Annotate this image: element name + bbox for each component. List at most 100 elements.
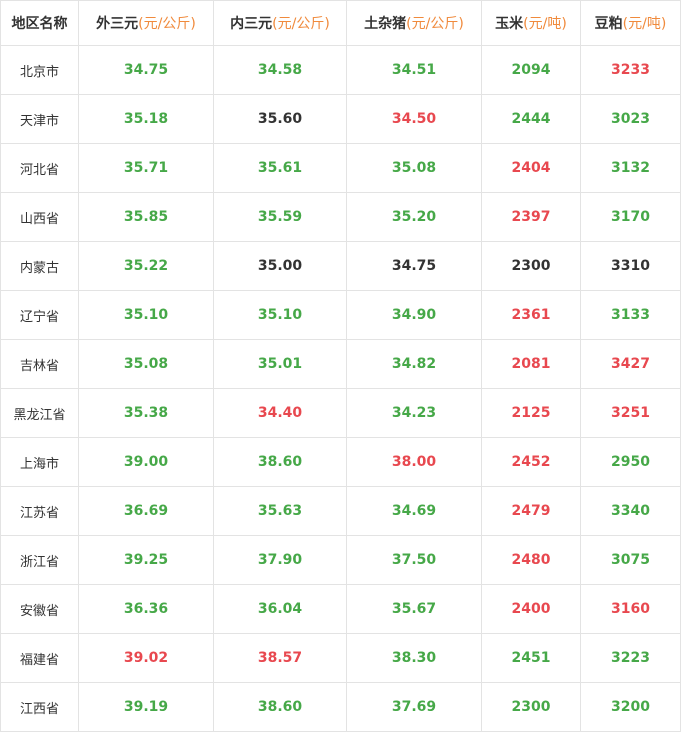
price-cell: 38.00 [346,437,482,487]
price-cell: 34.75 [78,45,214,95]
price-cell: 2444 [481,94,581,144]
price-cell: 35.01 [213,339,347,389]
table-row: 北京市 34.75 34.58 34.51 2094 3233 [0,45,681,95]
price-cell: 35.60 [213,94,347,144]
price-cell: 34.69 [346,486,482,536]
region-name-cell: 福建省 [0,633,79,683]
price-cell: 34.75 [346,241,482,291]
price-cell: 35.10 [78,290,214,340]
table-row: 江西省 39.19 38.60 37.69 2300 3200 [0,682,681,732]
price-cell: 2300 [481,682,581,732]
table-row: 山西省 35.85 35.59 35.20 2397 3170 [0,192,681,242]
price-cell: 39.25 [78,535,214,585]
price-cell: 35.18 [78,94,214,144]
price-cell: 3223 [580,633,681,683]
price-cell: 35.59 [213,192,347,242]
header-unit: (元/公斤) [138,16,196,32]
header-row: 地区名称 外三元(元/公斤) 内三元(元/公斤) 土杂猪(元/公斤) 玉米(元/… [0,0,681,46]
price-cell: 35.67 [346,584,482,634]
price-cell: 39.00 [78,437,214,487]
price-cell: 34.90 [346,290,482,340]
price-cell: 34.40 [213,388,347,438]
price-cell: 2081 [481,339,581,389]
price-cell: 2397 [481,192,581,242]
price-cell: 3200 [580,682,681,732]
price-cell: 34.51 [346,45,482,95]
price-cell: 35.85 [78,192,214,242]
price-cell: 35.38 [78,388,214,438]
price-cell: 2361 [481,290,581,340]
price-cell: 2400 [481,584,581,634]
price-cell: 34.50 [346,94,482,144]
region-name-cell: 黑龙江省 [0,388,79,438]
price-cell: 2451 [481,633,581,683]
price-cell: 34.58 [213,45,347,95]
price-cell: 35.08 [78,339,214,389]
header-inner-ternary: 内三元(元/公斤) [213,0,347,46]
price-cell: 3340 [580,486,681,536]
header-unit: (元/吨) [622,16,667,32]
price-cell: 38.60 [213,682,347,732]
price-cell: 2300 [481,241,581,291]
price-cell: 3170 [580,192,681,242]
price-cell: 35.08 [346,143,482,193]
region-name-cell: 浙江省 [0,535,79,585]
price-cell: 3251 [580,388,681,438]
header-label: 玉米 [495,16,524,32]
table-row: 上海市 39.00 38.60 38.00 2452 2950 [0,437,681,487]
price-cell: 2404 [481,143,581,193]
price-cell: 3133 [580,290,681,340]
price-cell: 3310 [580,241,681,291]
price-cell: 37.50 [346,535,482,585]
header-label: 内三元 [230,16,273,32]
region-name-cell: 山西省 [0,192,79,242]
header-label: 地区名称 [11,16,68,32]
price-cell: 38.57 [213,633,347,683]
table-row: 安徽省 36.36 36.04 35.67 2400 3160 [0,584,681,634]
header-corn: 玉米(元/吨) [481,0,581,46]
price-cell: 35.10 [213,290,347,340]
price-cell: 3427 [580,339,681,389]
price-cell: 35.00 [213,241,347,291]
price-cell: 37.90 [213,535,347,585]
price-cell: 34.23 [346,388,482,438]
price-cell: 36.69 [78,486,214,536]
price-cell: 34.82 [346,339,482,389]
table-row: 河北省 35.71 35.61 35.08 2404 3132 [0,143,681,193]
region-name-cell: 吉林省 [0,339,79,389]
header-outer-ternary: 外三元(元/公斤) [78,0,214,46]
region-name-cell: 天津市 [0,94,79,144]
price-cell: 37.69 [346,682,482,732]
table-row: 福建省 39.02 38.57 38.30 2451 3223 [0,633,681,683]
price-cell: 2094 [481,45,581,95]
price-cell: 35.20 [346,192,482,242]
price-cell: 3233 [580,45,681,95]
price-cell: 3075 [580,535,681,585]
table-body: 北京市 34.75 34.58 34.51 2094 3233 天津市 35.18 35.60 3… [0,45,681,732]
price-cell: 2125 [481,388,581,438]
header-label: 土杂猪 [364,16,407,32]
header-unit: (元/公斤) [272,16,330,32]
header-region: 地区名称 [0,0,79,46]
header-mixed-pig: 土杂猪(元/公斤) [346,0,482,46]
price-cell: 36.04 [213,584,347,634]
table-row: 浙江省 39.25 37.90 37.50 2480 3075 [0,535,681,585]
table-row: 辽宁省 35.10 35.10 34.90 2361 3133 [0,290,681,340]
price-cell: 36.36 [78,584,214,634]
region-name-cell: 辽宁省 [0,290,79,340]
price-cell: 3160 [580,584,681,634]
header-soymeal: 豆粕(元/吨) [580,0,681,46]
table-header: 地区名称 外三元(元/公斤) 内三元(元/公斤) 土杂猪(元/公斤) 玉米(元/… [0,0,681,46]
table-row: 天津市 35.18 35.60 34.50 2444 3023 [0,94,681,144]
region-name-cell: 安徽省 [0,584,79,634]
price-table: 地区名称 外三元(元/公斤) 内三元(元/公斤) 土杂猪(元/公斤) 玉米(元/… [0,0,681,732]
region-name-cell: 北京市 [0,45,79,95]
price-cell: 35.22 [78,241,214,291]
price-cell: 3132 [580,143,681,193]
price-cell: 2950 [580,437,681,487]
price-cell: 3023 [580,94,681,144]
region-name-cell: 河北省 [0,143,79,193]
region-name-cell: 内蒙古 [0,241,79,291]
price-cell: 39.19 [78,682,214,732]
price-cell: 35.71 [78,143,214,193]
